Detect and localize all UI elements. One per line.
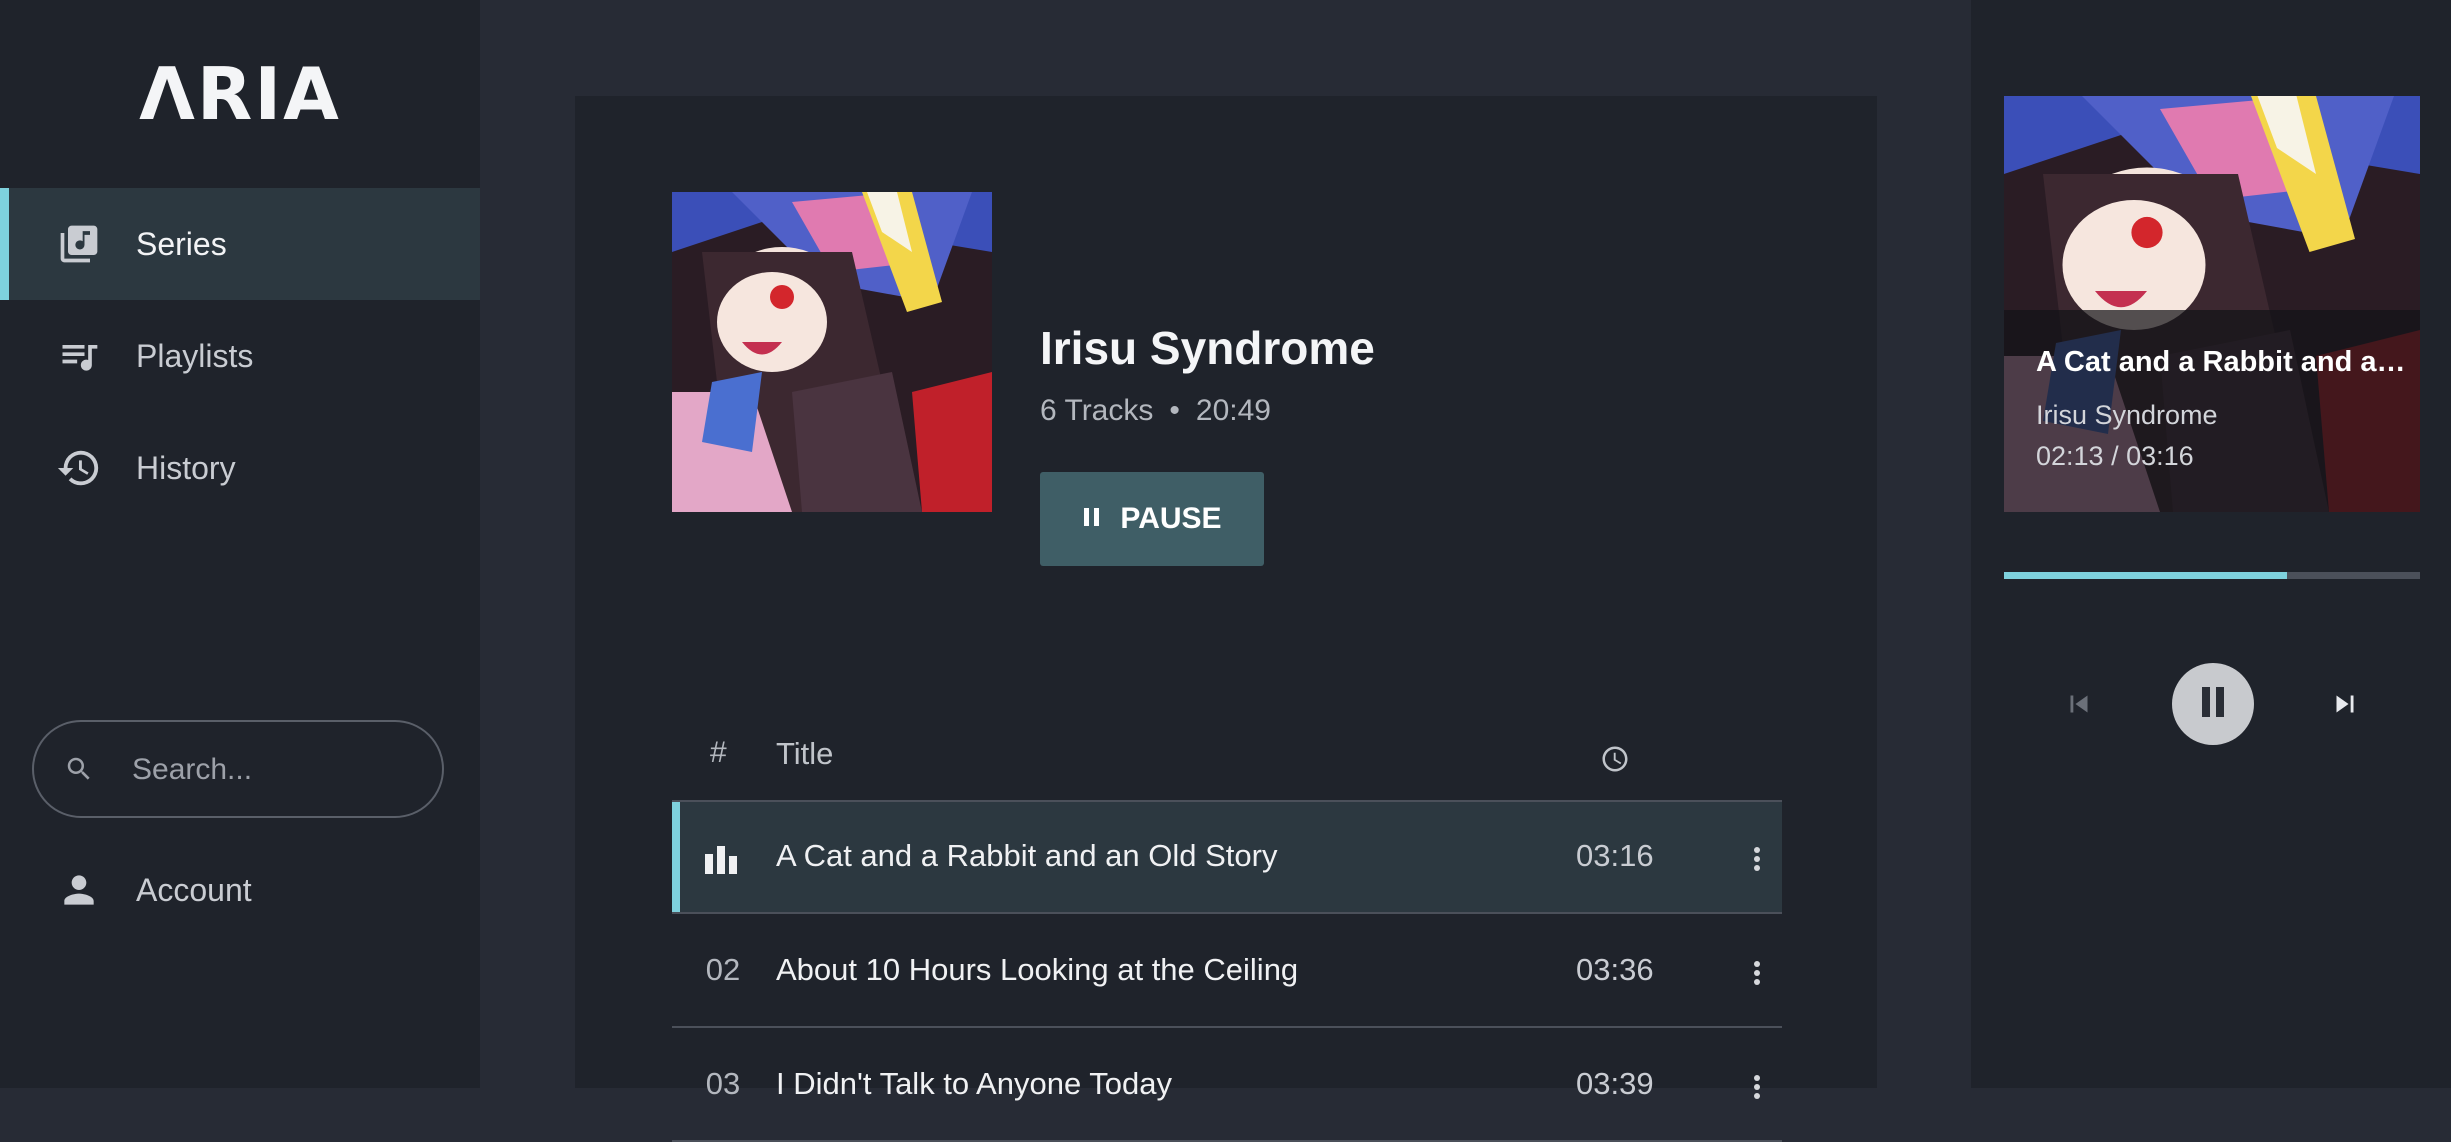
track-title: I Didn't Talk to Anyone Today <box>776 1066 1172 1101</box>
more-vert-icon[interactable] <box>1742 1070 1772 1104</box>
person-icon <box>56 867 102 913</box>
pause-button[interactable]: PAUSE <box>1040 472 1264 566</box>
progress-bar[interactable] <box>2004 572 2420 579</box>
track-duration: 03:39 <box>1576 1066 1654 1101</box>
album-meta: 6 Tracks • 20:49 <box>1040 394 1271 428</box>
track-row[interactable]: 03 I Didn't Talk to Anyone Today 03:39 <box>672 1030 1782 1142</box>
sidebar-item-label: Series <box>136 225 227 262</box>
album-title: Irisu Syndrome <box>1040 322 1375 374</box>
column-number-header: # <box>710 736 727 769</box>
sidebar-item-playlists[interactable]: Playlists <box>0 300 480 412</box>
track-title: About 10 Hours Looking at the Ceiling <box>776 952 1299 987</box>
search-icon <box>64 754 94 784</box>
skip-next-button[interactable] <box>2323 684 2367 728</box>
album-cover <box>672 192 992 512</box>
search-box <box>32 720 444 818</box>
pause-icon <box>2198 685 2228 724</box>
track-title: A Cat and a Rabbit and an Old Story <box>776 838 1278 873</box>
track-count: 6 Tracks <box>1040 394 1154 427</box>
now-playing-panel: A Cat and a Rabbit and an Old Story Iris… <box>1971 0 2451 1088</box>
app-logo[interactable]: ΛRIA <box>0 52 480 136</box>
track-row[interactable]: 02 About 10 Hours Looking at the Ceiling… <box>672 916 1782 1028</box>
history-icon <box>56 445 102 491</box>
skip-previous-button[interactable] <box>2057 684 2101 728</box>
play-pause-button[interactable] <box>2172 663 2254 745</box>
separator-dot: • <box>1169 394 1180 427</box>
track-duration: 03:16 <box>1576 838 1654 873</box>
sidebar-item-label: Account <box>136 871 252 908</box>
pause-icon <box>1082 502 1102 536</box>
total-duration: 20:49 <box>1195 394 1271 427</box>
sidebar: ΛRIA Series Playlists History Account <box>0 0 480 1088</box>
more-vert-icon[interactable] <box>1742 956 1772 990</box>
track-number: 02 <box>705 952 741 987</box>
track-row[interactable]: A Cat and a Rabbit and an Old Story 03:1… <box>672 802 1782 914</box>
search-input[interactable] <box>130 742 424 798</box>
track-duration: 03:36 <box>1576 952 1654 987</box>
progress-fill <box>2004 572 2287 579</box>
track-number: 03 <box>705 1066 741 1101</box>
now-playing-title: A Cat and a Rabbit and an Old Story <box>2036 346 2406 378</box>
now-playing-artist: Irisu Syndrome <box>2036 400 2218 430</box>
clock-icon <box>1600 744 1630 774</box>
pause-button-label: PAUSE <box>1120 502 1222 535</box>
now-playing-equalizer-icon <box>704 842 738 876</box>
sidebar-item-label: History <box>136 449 236 486</box>
now-playing-time: 02:13 / 03:16 <box>2036 441 2194 471</box>
skip-next-icon <box>2328 687 2362 726</box>
now-playing-artwork: A Cat and a Rabbit and an Old Story Iris… <box>2004 96 2420 512</box>
sidebar-item-account[interactable]: Account <box>0 834 480 946</box>
sidebar-item-series[interactable]: Series <box>0 188 480 300</box>
sidebar-item-label: Playlists <box>136 337 254 374</box>
album-card: Irisu Syndrome 6 Tracks • 20:49 PAUSE # Ti… <box>575 96 1877 1142</box>
track-table-header: # Title <box>672 716 1782 802</box>
library-music-icon <box>56 221 102 267</box>
playlist-music-icon <box>56 333 102 379</box>
more-vert-icon[interactable] <box>1742 842 1772 876</box>
skip-previous-icon <box>2062 687 2096 726</box>
sidebar-item-history[interactable]: History <box>0 412 480 524</box>
column-title-header: Title <box>776 736 834 771</box>
